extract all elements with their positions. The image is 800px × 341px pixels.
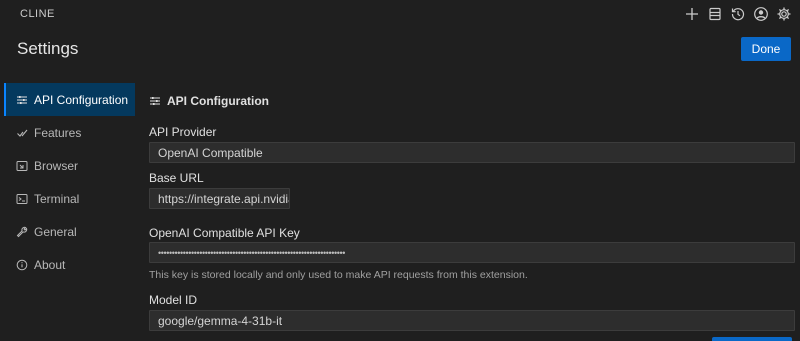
settings-header: Settings Done (0, 30, 800, 70)
done-button[interactable]: Done (741, 37, 791, 61)
api-key-hint: This key is stored locally and only used… (149, 269, 528, 281)
info-icon (16, 259, 28, 271)
sidebar-item-api-configuration[interactable]: API Configuration (4, 83, 135, 116)
base-url-input[interactable]: https://integrate.api.nvidia.com/v1 (149, 188, 290, 209)
sidebar-item-features[interactable]: Features (4, 116, 135, 149)
sidebar-item-label: General (34, 224, 77, 239)
sidebar-item-about[interactable]: About (4, 248, 135, 281)
sidebar-item-general[interactable]: General (4, 215, 135, 248)
api-provider-select[interactable]: OpenAI Compatible (149, 142, 795, 163)
model-id-input[interactable]: google/gemma-4-31b-it (149, 310, 795, 331)
plus-icon[interactable] (684, 6, 700, 22)
sidebar-item-label: Browser (34, 158, 79, 173)
app-name: CLINE (20, 8, 55, 20)
terminal-icon (16, 193, 28, 205)
top-bar: CLINE (0, 0, 800, 28)
api-key-label: OpenAI Compatible API Key (149, 226, 300, 240)
sidebar-item-label: Features (34, 125, 82, 140)
account-icon[interactable] (753, 6, 769, 22)
sidebar-item-browser[interactable]: Browser (4, 149, 135, 182)
model-id-label: Model ID (149, 293, 198, 307)
api-provider-value: OpenAI Compatible (158, 145, 263, 160)
sidebar-item-label: API Configuration (34, 92, 129, 107)
base-url-label: Base URL (149, 171, 204, 185)
history-list-icon[interactable] (707, 6, 723, 22)
section-header: API Configuration (149, 90, 795, 112)
sliders-icon (149, 95, 161, 107)
history-icon[interactable] (730, 6, 746, 22)
api-key-value: ••••••••••••••••••••••••••••••••••••••••… (158, 247, 346, 258)
sliders-icon (16, 94, 28, 106)
sidebar-item-label: Terminal (34, 191, 80, 206)
api-key-input[interactable]: ••••••••••••••••••••••••••••••••••••••••… (149, 242, 795, 263)
browser-icon (16, 160, 28, 172)
sidebar-item-label: About (34, 257, 66, 272)
api-provider-label: API Provider (149, 125, 217, 139)
base-url-value: https://integrate.api.nvidia.com/v1 (158, 191, 289, 206)
check-icon (16, 127, 28, 139)
settings-sidebar: API Configuration Features Browser Termi… (4, 83, 135, 281)
gear-icon[interactable] (776, 6, 792, 22)
section-title: API Configuration (167, 94, 269, 108)
model-id-value: google/gemma-4-31b-it (158, 313, 283, 328)
wrench-icon (16, 226, 28, 238)
partial-action-button[interactable] (712, 337, 792, 341)
api-configuration-section: API Configuration (149, 90, 795, 112)
sidebar-item-terminal[interactable]: Terminal (4, 182, 135, 215)
top-toolbar (684, 6, 792, 22)
page-title: Settings (17, 39, 79, 58)
